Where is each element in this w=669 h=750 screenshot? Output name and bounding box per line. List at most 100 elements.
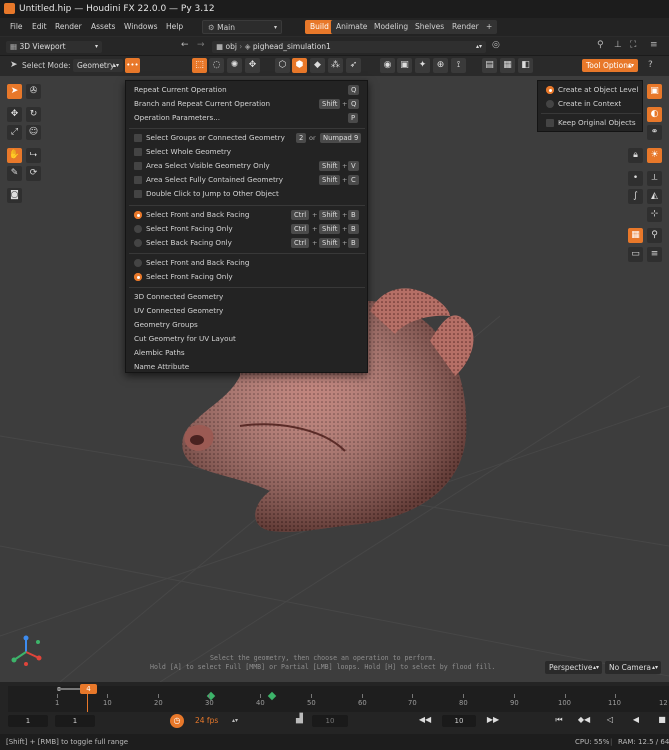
menu-item-cut-geometry-uv[interactable]: Cut Geometry for UV Layout <box>134 333 236 345</box>
select-vertices-icon[interactable]: ⁂ <box>328 58 343 73</box>
menu-edit[interactable]: Edit <box>32 22 47 31</box>
grow-select-icon[interactable]: ⊕ <box>433 58 448 73</box>
checkbox-area-visible[interactable] <box>134 162 142 170</box>
menu-item-repeat[interactable]: Repeat Current Operation <box>134 84 227 96</box>
desk-render[interactable]: Render <box>447 20 484 34</box>
menu-help[interactable]: Help <box>166 22 183 31</box>
checkbox-select-whole[interactable] <box>134 148 142 156</box>
menu-item-3d-connected[interactable]: 3D Connected Geometry <box>134 291 223 303</box>
play-reverse-icon[interactable]: ◀ <box>629 713 643 726</box>
pick-tool-icon[interactable]: ✎ <box>7 166 22 181</box>
back-arrow-icon[interactable]: ← <box>181 40 189 50</box>
sweep-icon[interactable]: ⟟ <box>451 58 466 73</box>
radio-area-front-only[interactable] <box>134 273 142 281</box>
previous-key-icon[interactable]: ◆◀ <box>577 713 591 726</box>
snap-prim-icon[interactable]: ▦ <box>500 58 515 73</box>
jump-to-start-icon[interactable]: ⏮ <box>552 713 566 726</box>
menu-item-back-facing-only[interactable]: Select Back Facing Only <box>146 237 232 249</box>
light-icon[interactable]: ☀ <box>647 148 662 163</box>
curve-display-icon[interactable]: ∫ <box>628 189 643 204</box>
origin-display-icon[interactable]: ⊹ <box>647 207 662 222</box>
desk-animate[interactable]: Animate <box>331 20 373 34</box>
menu-item-name-attribute[interactable]: Name Attribute <box>134 361 189 373</box>
menu-item-uv-connected[interactable]: UV Connected Geometry <box>134 305 223 317</box>
move-tool-icon[interactable]: ✥ <box>7 107 22 122</box>
brush-tool-icon[interactable]: ⟳ <box>26 166 41 181</box>
menu-item-select-groups[interactable]: Select Groups or Connected Geometry <box>146 132 285 144</box>
desk-modeling[interactable]: Modeling <box>369 20 414 34</box>
layout-icon[interactable]: ▦ <box>628 228 643 243</box>
bar-chart-icon[interactable]: ▟ <box>296 714 303 724</box>
pane-menu-icon[interactable]: ≡ <box>650 40 658 50</box>
pin-target-icon[interactable]: ◎ <box>492 40 500 50</box>
normal-display-icon[interactable]: ⟂ <box>647 171 662 186</box>
menu-item-front-back-facing[interactable]: Select Front and Back Facing <box>146 209 249 221</box>
selection-options-button[interactable]: ••• <box>125 58 140 73</box>
display-options-icon[interactable]: ▣ <box>647 84 662 99</box>
search-icon[interactable]: ⚲ <box>597 40 604 50</box>
ghost-icon[interactable]: ⚭ <box>647 125 662 140</box>
camera-view-dropdown[interactable]: Perspective ▴▾ <box>545 661 602 674</box>
checkbox-area-contained[interactable] <box>134 176 142 184</box>
contained-only-icon[interactable]: ▣ <box>397 58 412 73</box>
select-mode-dropdown[interactable]: Geometry ▴▾ <box>73 59 123 72</box>
start-frame-field[interactable]: 1 <box>8 715 48 727</box>
menu-item-double-click-jump[interactable]: Double Click to Jump to Other Object <box>146 188 279 200</box>
desk-build[interactable]: Build <box>305 20 334 34</box>
checkbox-keep-original[interactable] <box>546 119 554 127</box>
lasso-select-icon[interactable]: ◌ <box>209 58 224 73</box>
range-start-field[interactable]: 1 <box>55 715 95 727</box>
select-edges-icon[interactable]: ◆ <box>310 58 325 73</box>
menu-item-alembic-paths[interactable]: Alembic Paths <box>134 347 185 359</box>
radio-area-front-back[interactable] <box>134 259 142 267</box>
forward-arrow-icon[interactable]: → <box>197 40 205 50</box>
laser-select-icon[interactable]: ✥ <box>245 58 260 73</box>
lock-icon[interactable]: 🔒︎ <box>628 148 643 163</box>
menu-item-area-front-only[interactable]: Select Front Facing Only <box>146 271 233 283</box>
pin-icon[interactable]: ⊥ <box>614 40 622 50</box>
select-tool-icon[interactable]: ➤ <box>7 84 22 99</box>
menu-render[interactable]: Render <box>55 22 82 31</box>
pane-type-selector[interactable]: ▦ 3D Viewport ▾ <box>6 41 102 53</box>
handle-tool-icon[interactable]: ✋ <box>7 148 22 163</box>
camera-dropdown[interactable]: No Camera ▴▾ <box>605 661 661 674</box>
view-tool-icon[interactable]: ✇ <box>26 84 41 99</box>
location-pin-icon[interactable]: ⚲ <box>647 228 662 243</box>
step-field[interactable]: 10 <box>312 715 348 727</box>
pose-tool-icon[interactable]: ☺ <box>26 125 41 140</box>
option-create-object-level[interactable]: Create at Object Level <box>558 84 638 96</box>
volume-display-icon[interactable]: ◭ <box>647 189 662 204</box>
desk-shelves[interactable]: Shelves <box>410 20 450 34</box>
brush-select-icon[interactable]: ✺ <box>227 58 242 73</box>
menu-item-area-contained[interactable]: Area Select Fully Contained Geometry <box>146 174 283 186</box>
comment-icon[interactable]: ▭ <box>628 247 643 262</box>
checkbox-select-groups[interactable] <box>134 134 142 142</box>
select-breakpoints-icon[interactable]: ➶ <box>346 58 361 73</box>
step-back-icon[interactable]: ◁ <box>603 713 617 726</box>
fps-dropdown[interactable]: 24 fps ▴▾ <box>190 715 240 727</box>
menu-file[interactable]: File <box>10 22 23 31</box>
checkbox-double-click-jump[interactable] <box>134 190 142 198</box>
add-desk-button[interactable]: + <box>481 20 498 34</box>
render-region-icon[interactable]: ◙ <box>7 188 22 203</box>
menu-item-operation-parameters[interactable]: Operation Parameters... <box>134 112 220 124</box>
overflow-menu-icon[interactable]: ≡ <box>647 247 662 262</box>
menu-item-area-visible[interactable]: Area Select Visible Geometry Only <box>146 160 270 172</box>
shading-mode-icon[interactable]: ◐ <box>647 107 662 122</box>
select-primitives-icon[interactable]: ⬢ <box>292 58 307 73</box>
scale-tool-icon[interactable]: ⤢ <box>7 125 22 140</box>
radio-front-facing-only[interactable] <box>134 225 142 233</box>
rewind-icon[interactable]: ◀◀ <box>418 713 432 726</box>
snap-point-icon[interactable]: ◧ <box>518 58 533 73</box>
radio-create-object-level[interactable] <box>546 86 554 94</box>
menu-item-select-whole[interactable]: Select Whole Geometry <box>146 146 231 158</box>
radio-front-back-facing[interactable] <box>134 211 142 219</box>
help-icon[interactable]: ? <box>648 60 653 70</box>
select-points-icon[interactable]: ⬡ <box>275 58 290 73</box>
path-root[interactable]: obj <box>225 42 236 51</box>
tool-options-button[interactable]: Tool Options ▴▾ <box>582 59 638 72</box>
path-node[interactable]: pighead_simulation1 <box>253 42 331 51</box>
box-select-icon[interactable]: ⬚ <box>192 58 207 73</box>
snap-tool-icon[interactable]: ⮡ <box>26 148 41 163</box>
menu-item-area-front-back[interactable]: Select Front and Back Facing <box>146 257 249 269</box>
